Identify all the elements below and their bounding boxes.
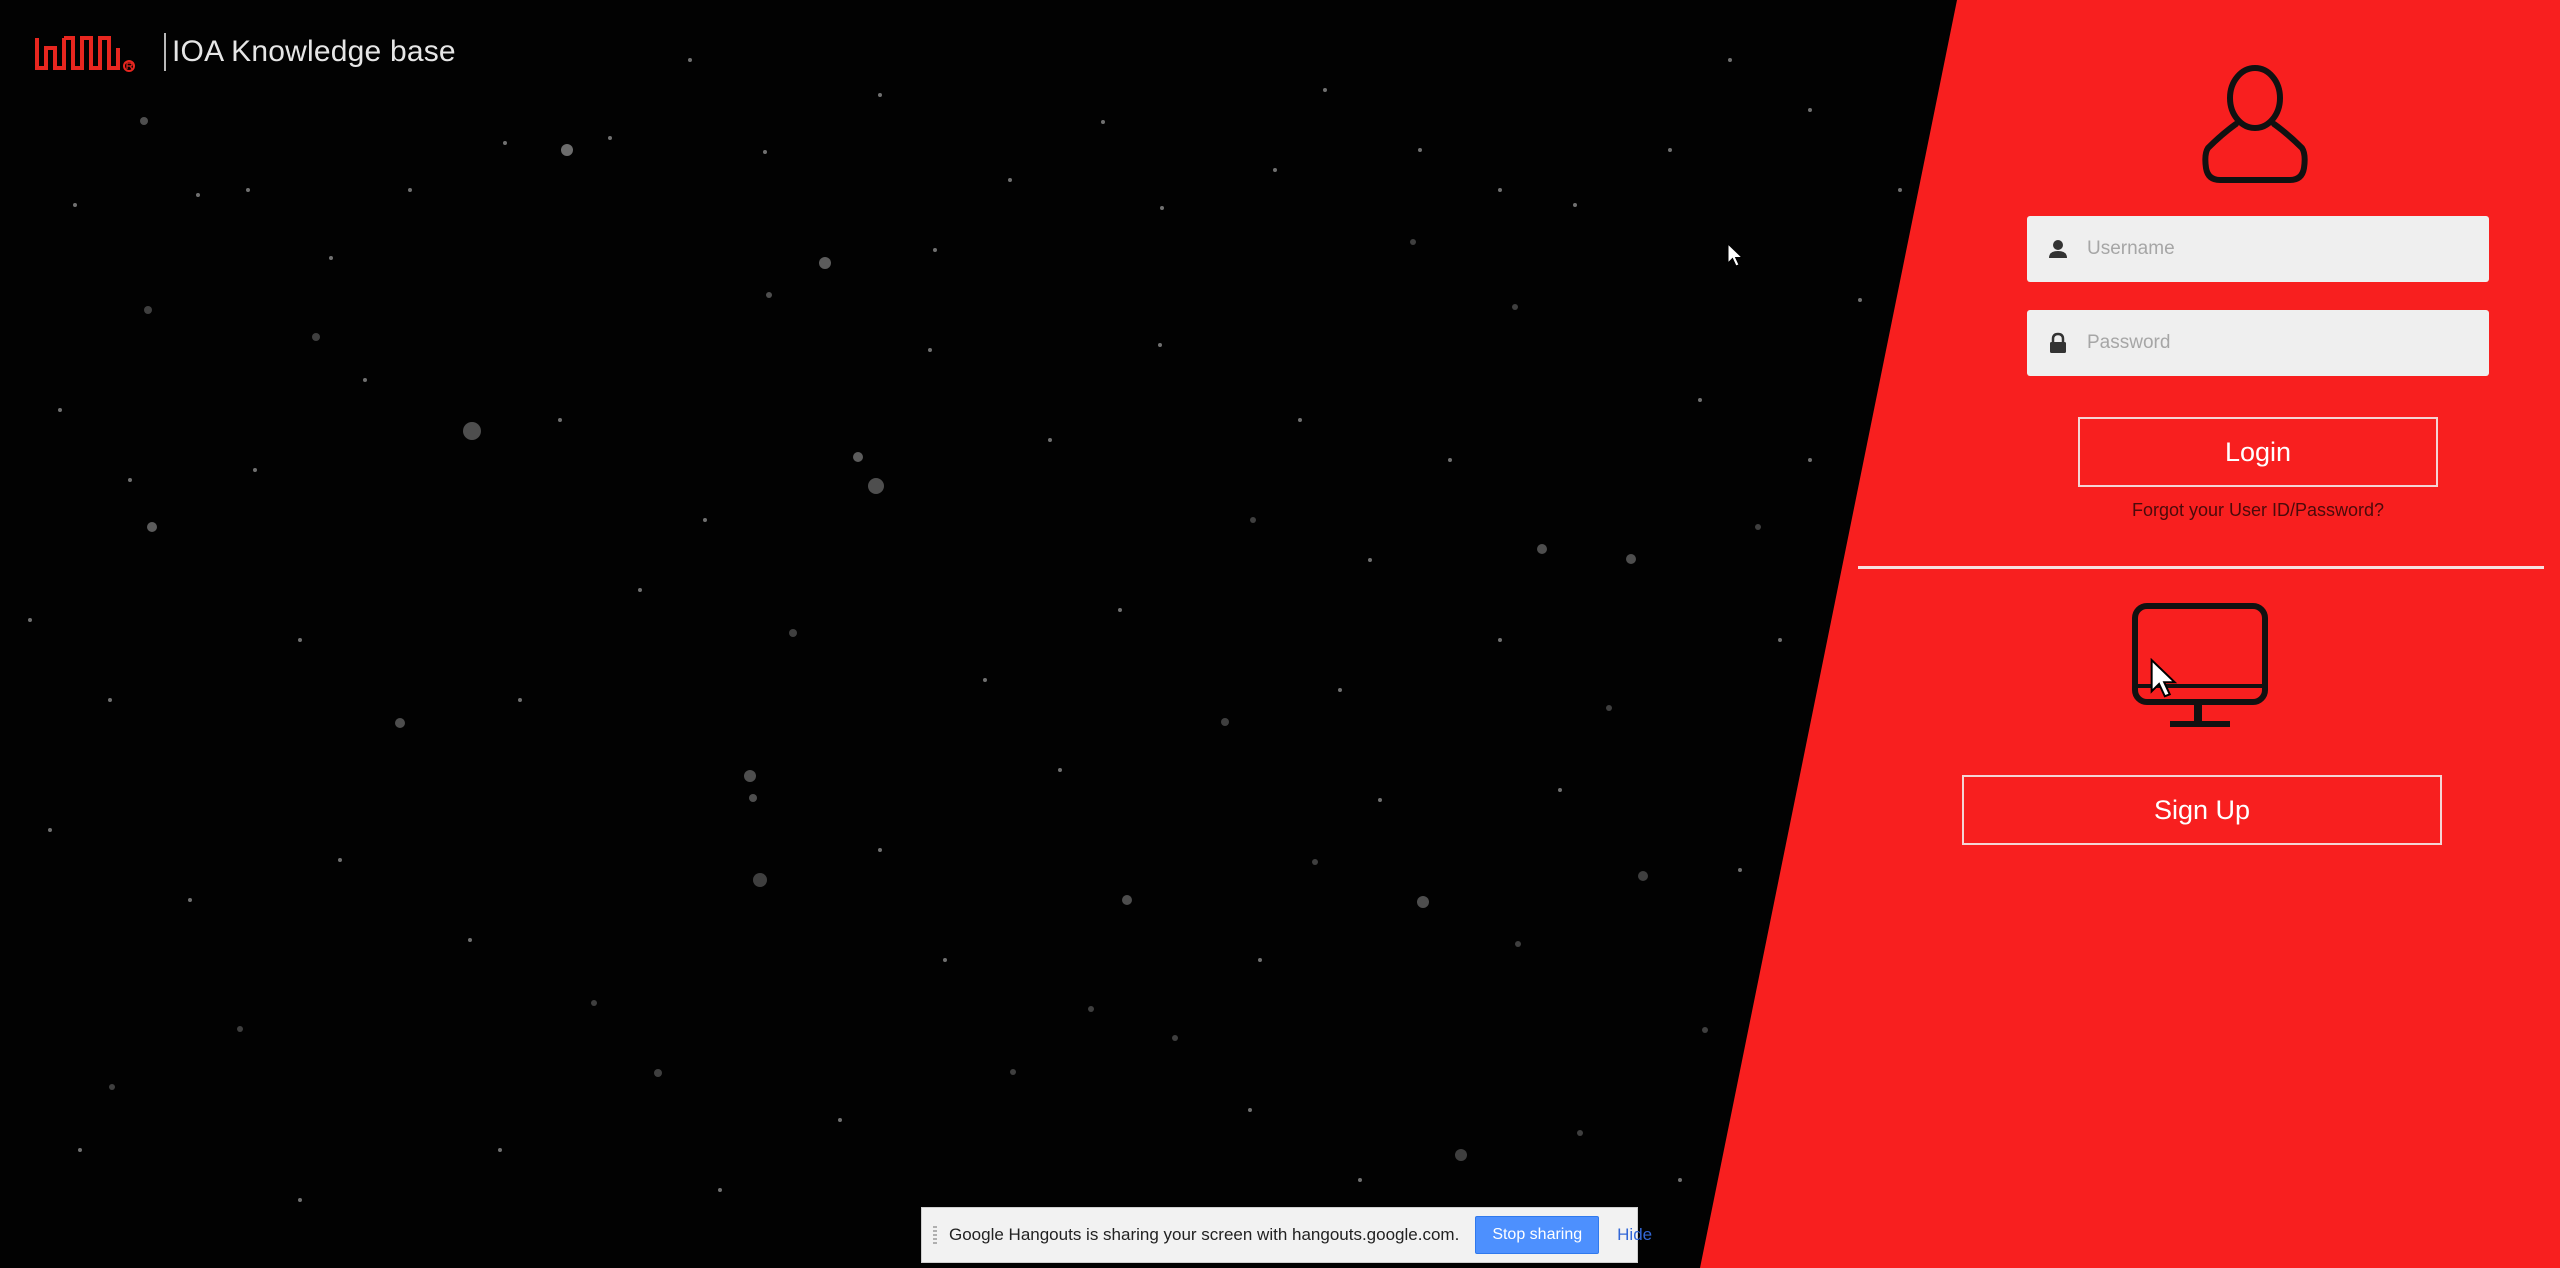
username-input[interactable] bbox=[2085, 237, 2469, 261]
mouse-cursor-icon bbox=[1727, 243, 1744, 267]
drag-handle-icon[interactable] bbox=[933, 1226, 937, 1244]
user-icon bbox=[2049, 240, 2067, 258]
stop-sharing-button[interactable]: Stop sharing bbox=[1475, 1216, 1600, 1254]
screen-share-notification-bar: Google Hangouts is sharing your screen w… bbox=[921, 1207, 1652, 1263]
hide-link[interactable]: Hide bbox=[1617, 1225, 1652, 1245]
password-input[interactable] bbox=[2085, 331, 2469, 355]
signup-button[interactable]: Sign Up bbox=[1962, 775, 2442, 845]
login-page: IOA Knowledge base Login Forgot your Use… bbox=[0, 0, 2560, 1268]
username-field[interactable] bbox=[2027, 216, 2489, 282]
forgot-password-link[interactable]: Forgot your User ID/Password? bbox=[2000, 500, 2516, 521]
lock-icon bbox=[2050, 332, 2066, 353]
login-button[interactable]: Login bbox=[2078, 417, 2438, 487]
section-divider bbox=[1858, 566, 2544, 569]
brand-separator bbox=[164, 33, 166, 71]
mouse-cursor-icon bbox=[2150, 658, 2178, 698]
page-title: IOA Knowledge base bbox=[172, 35, 456, 68]
equinix-logo-icon bbox=[35, 36, 135, 72]
share-message: Google Hangouts is sharing your screen w… bbox=[949, 1225, 1460, 1244]
user-silhouette-icon bbox=[2202, 65, 2308, 183]
brand-header: IOA Knowledge base bbox=[33, 24, 456, 80]
password-field[interactable] bbox=[2027, 310, 2489, 376]
